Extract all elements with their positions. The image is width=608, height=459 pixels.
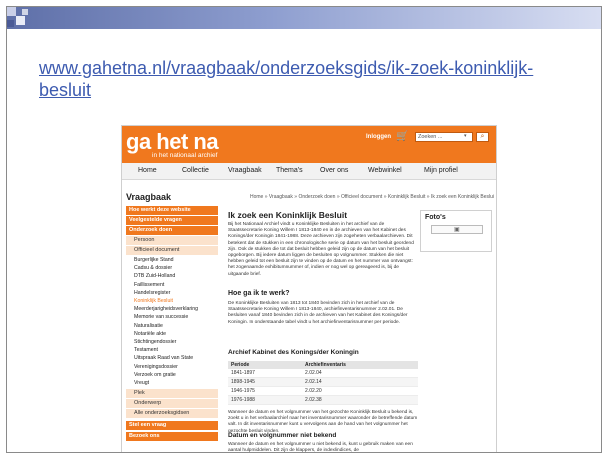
table-header-row: Periode Archiefinventaris bbox=[228, 361, 418, 369]
title-band bbox=[7, 7, 601, 29]
page-title: Ik zoek een Koninklijk Besluit bbox=[228, 210, 348, 220]
table-row: 1976-1988 2.02.38 bbox=[228, 395, 418, 405]
sidebar-subitem[interactable]: Onderwerp bbox=[126, 399, 218, 409]
nav-item-webwinkel[interactable]: Webwinkel bbox=[368, 167, 402, 174]
sidebar-link[interactable]: Burgerlijke Stand bbox=[134, 257, 174, 264]
site-header: ga het na in het nationaal archief Inlog… bbox=[122, 126, 496, 163]
period-cell: 1898-1945 bbox=[228, 377, 303, 387]
breadcrumb[interactable]: Home » Vraagbaak » Onderzoek doen » Offi… bbox=[250, 194, 494, 200]
inventory-link[interactable]: 2.02.20 bbox=[302, 386, 418, 396]
period-cell: 1841-1897 bbox=[228, 369, 303, 378]
sidebar-link[interactable]: Verzoek om gratie bbox=[134, 372, 176, 379]
inventory-link[interactable]: 2.02.38 bbox=[302, 395, 418, 405]
sidebar-link[interactable]: Faillissement bbox=[134, 282, 164, 289]
sidebar-link[interactable]: Naturalisatie bbox=[134, 323, 163, 330]
sidebar-link[interactable]: Handelsregister bbox=[134, 290, 170, 297]
sidebar-link[interactable]: Memorie van successie bbox=[134, 314, 188, 321]
sidebar-link[interactable]: Cadsu & dossier bbox=[134, 265, 172, 272]
sidebar-link[interactable]: Stichtingendossier bbox=[134, 339, 176, 346]
nav-item-over-ons[interactable]: Over ons bbox=[320, 167, 348, 174]
sidebar-item[interactable]: Stel een vraag bbox=[126, 421, 218, 431]
sidebar-subitem[interactable]: Plek bbox=[126, 389, 218, 399]
sidebar-link[interactable]: Verenigingsdossier bbox=[134, 364, 178, 371]
decor-square bbox=[7, 20, 14, 27]
inventory-link[interactable]: 2.02.04 bbox=[302, 369, 418, 378]
sidebar-subitem[interactable]: Officieel document bbox=[126, 246, 218, 255]
site-tagline: in het nationaal archief bbox=[152, 152, 218, 159]
how-paragraph: De Koninklijke Besluiten van 1813 tot 18… bbox=[228, 301, 408, 325]
sidebar-item[interactable]: Onderzoek doen bbox=[126, 226, 218, 235]
decor-square bbox=[22, 9, 28, 15]
table-row: 1841-1897 2.02.04 bbox=[228, 369, 418, 378]
nav-item-home[interactable]: Home bbox=[138, 167, 157, 174]
sidebar-link[interactable]: Meerderjarigheidsverklaring bbox=[134, 306, 198, 313]
sidebar-link[interactable]: Vreugt bbox=[134, 380, 149, 387]
nav-item-collectie[interactable]: Collectie bbox=[182, 167, 209, 174]
image-icon: ▣ bbox=[454, 227, 460, 233]
website-screenshot: ga het na in het nationaal archief Inlog… bbox=[121, 125, 497, 453]
slide: www.gahetna.nl/vraagbaak/onderzoeksgids/… bbox=[6, 6, 602, 453]
sidebar-link[interactable]: DTB Zuid-Holland bbox=[134, 273, 175, 280]
nav-item-vraagbaak[interactable]: Vraagbaak bbox=[228, 167, 262, 174]
sidebar-link[interactable]: Koninklijk Besluit bbox=[134, 298, 173, 305]
decor-square bbox=[7, 7, 16, 16]
section-title: Vraagbaak bbox=[126, 192, 172, 202]
period-cell: 1976-1988 bbox=[228, 395, 303, 405]
sidebar-link[interactable]: Notariële akte bbox=[134, 331, 166, 338]
photos-panel: Foto's ▣ bbox=[420, 210, 492, 252]
nav-item-mijn-profiel[interactable]: Mijn profiel bbox=[424, 167, 458, 174]
table-heading: Archief Kabinet des Konings/der Koningin bbox=[228, 349, 359, 356]
table-header: Periode bbox=[228, 361, 303, 369]
sidebar-link[interactable]: Testament bbox=[134, 347, 158, 354]
nav-divider bbox=[122, 180, 496, 189]
unknown-heading: Datum en volgnummer niet bekend bbox=[228, 432, 337, 439]
sidebar-item[interactable]: Veelgestelde vragen bbox=[126, 216, 218, 225]
table-row: 1898-1945 2.02.14 bbox=[228, 377, 418, 387]
how-heading: Hoe ga ik te werk? bbox=[228, 290, 290, 297]
sidebar-item[interactable]: Hoe werkt deze website bbox=[126, 206, 218, 215]
sidebar-subitem[interactable]: Persoon bbox=[126, 236, 218, 245]
archive-table: Periode Archiefinventaris 1841-1897 2.02… bbox=[228, 361, 418, 405]
table-row: 1946-1975 2.02.20 bbox=[228, 386, 418, 396]
cart-icon[interactable]: 🛒 bbox=[396, 131, 408, 142]
search-button[interactable]: ⌕ bbox=[476, 132, 489, 142]
photo-thumbnail[interactable]: ▣ bbox=[431, 225, 483, 234]
slide-url-link[interactable]: www.gahetna.nl/vraagbaak/onderzoeksgids/… bbox=[39, 57, 559, 101]
intro-paragraph: Bij het Nationaal Archief vindt u Konink… bbox=[228, 222, 414, 277]
photos-title: Foto's bbox=[425, 214, 446, 221]
unknown-paragraph: Wanneer de datum en het volgnummer u nie… bbox=[228, 442, 413, 453]
period-cell: 1946-1975 bbox=[228, 386, 303, 396]
chevron-down-icon[interactable]: ▾ bbox=[464, 133, 467, 139]
sidebar-item[interactable]: Bezoek ons bbox=[126, 432, 218, 442]
login-link[interactable]: Inloggen bbox=[366, 134, 391, 140]
table-header: Archiefinventaris bbox=[302, 361, 418, 369]
main-nav: Home Collectie Vraagbaak Thema's Over on… bbox=[122, 163, 496, 180]
nav-item-themas[interactable]: Thema's bbox=[276, 167, 303, 174]
inventory-link[interactable]: 2.02.14 bbox=[302, 377, 418, 387]
sidebar-subitem[interactable]: Alle onderzoeksgidsen bbox=[126, 409, 218, 419]
decor-square bbox=[16, 16, 25, 25]
sidebar-link[interactable]: Uitspraak Raad van State bbox=[134, 355, 193, 362]
